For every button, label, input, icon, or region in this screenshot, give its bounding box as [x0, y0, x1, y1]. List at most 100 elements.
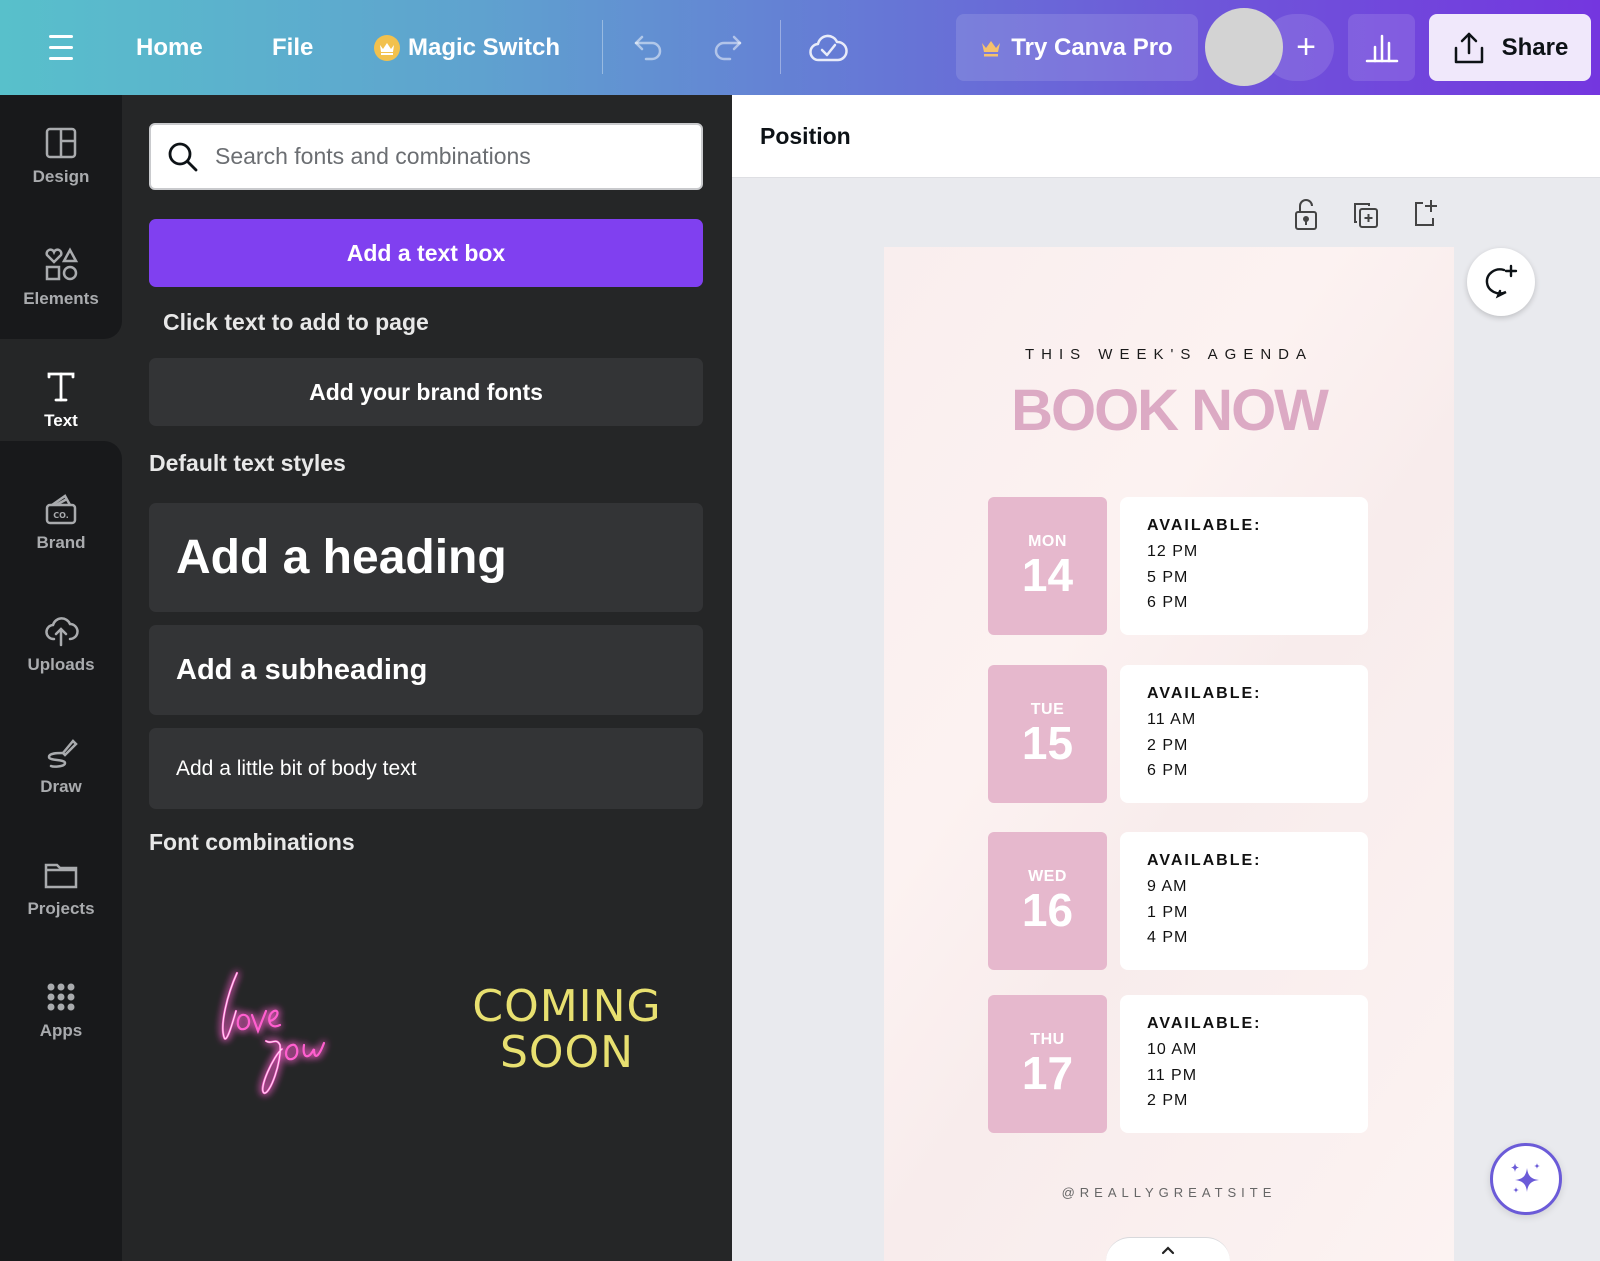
sidebar-item-brand[interactable]: CO. Brand	[0, 461, 122, 583]
sidebar-item-label: Draw	[40, 777, 82, 796]
divider	[602, 20, 603, 74]
sidebar-item-draw[interactable]: Draw	[0, 705, 122, 827]
sparkles-icon	[1511, 1163, 1540, 1193]
neon-love-you-graphic	[221, 971, 326, 1095]
time-slot: 1 PM	[1147, 903, 1189, 921]
time-slot: 6 PM	[1147, 594, 1189, 611]
combo-line-1: COMING	[472, 981, 662, 1032]
font-combinations-title: Font combinations	[149, 829, 355, 855]
sidebar-item-label: Brand	[36, 533, 86, 552]
sidebar-item-label: Elements	[23, 289, 99, 308]
file-menu-button[interactable]: File	[272, 0, 313, 95]
book-now-title[interactable]: BOOK NOW	[884, 377, 1454, 444]
crown-icon	[374, 34, 400, 61]
add-text-box-button[interactable]: Add a text box	[149, 219, 703, 287]
save-status-button[interactable]	[808, 0, 848, 95]
share-button[interactable]: Share	[1429, 14, 1591, 81]
context-toolbar: Position	[732, 95, 1600, 178]
time-slot: 4 PM	[1147, 929, 1189, 946]
duplicate-page-button[interactable]	[1348, 197, 1384, 233]
availability-card: AVAILABLE: 9 AM 1 PM 4 PM	[1120, 832, 1368, 970]
time-slot: 2 PM	[1147, 1092, 1189, 1109]
day-row[interactable]: WED 16 AVAILABLE: 9 AM 1 PM 4 PM	[988, 832, 1368, 970]
redo-icon	[714, 35, 742, 60]
cloud-check-icon	[809, 34, 848, 61]
agenda-kicker[interactable]: THIS WEEK'S AGENDA	[884, 346, 1454, 363]
add-comment-button[interactable]	[1467, 248, 1535, 316]
time-slot: 5 PM	[1147, 568, 1189, 586]
share-label: Share	[1501, 33, 1569, 61]
brand-kit-icon: CO.	[45, 494, 77, 525]
day-number: 15	[1021, 717, 1074, 769]
time-slot: 11 AM	[1147, 711, 1197, 728]
add-body-text-button[interactable]: Add a little bit of body text	[149, 728, 703, 809]
time-slot: 12 PM	[1147, 543, 1199, 560]
add-page-icon	[1415, 200, 1437, 226]
click-text-hint: Click text to add to page	[163, 309, 429, 335]
add-subheading-button[interactable]: Add a subheading	[149, 625, 703, 715]
insights-button[interactable]	[1348, 14, 1415, 81]
sidebar-item-projects[interactable]: Projects	[0, 827, 122, 949]
sidebar-item-label: Text	[44, 411, 78, 430]
day-row[interactable]: MON 14 AVAILABLE: 12 PM 5 PM 6 PM	[988, 497, 1368, 635]
day-number: 17	[1021, 1047, 1074, 1099]
hamburger-menu-icon	[49, 35, 73, 38]
availability-card: AVAILABLE: 11 AM 2 PM 6 PM	[1120, 665, 1368, 803]
time-slot: 6 PM	[1147, 762, 1189, 779]
font-search[interactable]	[149, 123, 703, 190]
day-row[interactable]: TUE 15 AVAILABLE: 11 AM 2 PM 6 PM	[988, 665, 1368, 803]
divider	[780, 20, 781, 74]
lock-page-button[interactable]	[1288, 197, 1324, 233]
lock-icon	[1295, 199, 1317, 230]
main-menu-button[interactable]	[46, 0, 76, 95]
sidebar-item-label: Uploads	[27, 655, 95, 674]
sidebar-item-design[interactable]: Design	[0, 95, 122, 217]
position-button[interactable]: Position	[760, 123, 851, 150]
font-combination-coming-soon[interactable]: COMING SOON	[432, 970, 702, 1090]
redo-button[interactable]	[710, 0, 744, 95]
design-page[interactable]: THIS WEEK'S AGENDA BOOK NOW MON 14 AVAIL…	[884, 247, 1454, 1261]
text-icon	[47, 372, 75, 402]
available-label: AVAILABLE:	[1147, 1015, 1262, 1032]
time-slot: 11 PM	[1147, 1066, 1198, 1084]
default-text-styles-title: Default text styles	[149, 450, 346, 476]
bar-chart-icon	[1365, 34, 1398, 62]
duplicate-page-icon	[1354, 203, 1378, 228]
expand-pages-button[interactable]	[1106, 1237, 1230, 1261]
top-bar: Home File Magic Switch Try Canva Pro + S…	[0, 0, 1600, 95]
font-combination-love-you[interactable]	[192, 945, 392, 1105]
magic-assistant-button[interactable]	[1490, 1143, 1562, 1215]
undo-button[interactable]	[632, 0, 666, 95]
sidebar-item-label: Design	[32, 167, 90, 186]
day-badge: MON 14	[988, 497, 1107, 635]
text-panel: Add a text box Click text to add to page…	[122, 95, 732, 1261]
home-button[interactable]: Home	[136, 0, 203, 95]
add-comment-icon	[1485, 264, 1518, 299]
svg-text:CO.: CO.	[53, 511, 69, 520]
combo-line-2: SOON	[499, 1027, 635, 1078]
time-slot: 9 AM	[1147, 878, 1188, 895]
layout-icon	[45, 127, 77, 159]
try-canva-pro-button[interactable]: Try Canva Pro	[956, 14, 1198, 81]
add-heading-button[interactable]: Add a heading	[149, 503, 703, 612]
add-page-button[interactable]	[1408, 195, 1444, 231]
sidebar-item-uploads[interactable]: Uploads	[0, 583, 122, 705]
draw-pen-icon	[47, 739, 78, 768]
day-badge: WED 16	[988, 832, 1107, 970]
sidebar-item-apps[interactable]: Apps	[0, 949, 122, 1071]
cloud-upload-icon	[45, 617, 79, 647]
add-brand-fonts-button[interactable]: Add your brand fonts	[149, 358, 703, 426]
website-handle[interactable]: @REALLYGREATSITE	[884, 1185, 1454, 1200]
magic-switch-button[interactable]: Magic Switch	[374, 0, 560, 95]
time-slot: 10 AM	[1147, 1041, 1198, 1058]
search-icon	[168, 142, 198, 171]
shapes-icon	[45, 247, 79, 281]
avatar[interactable]	[1205, 8, 1283, 86]
availability-card: AVAILABLE: 12 PM 5 PM 6 PM	[1120, 497, 1368, 635]
day-row[interactable]: THU 17 AVAILABLE: 10 AM 11 PM 2 PM	[988, 995, 1368, 1133]
available-label: AVAILABLE:	[1147, 517, 1262, 534]
upload-icon	[1454, 32, 1483, 63]
day-number: 16	[1021, 884, 1074, 936]
time-slot: 2 PM	[1147, 736, 1189, 754]
search-input[interactable]	[215, 143, 655, 170]
